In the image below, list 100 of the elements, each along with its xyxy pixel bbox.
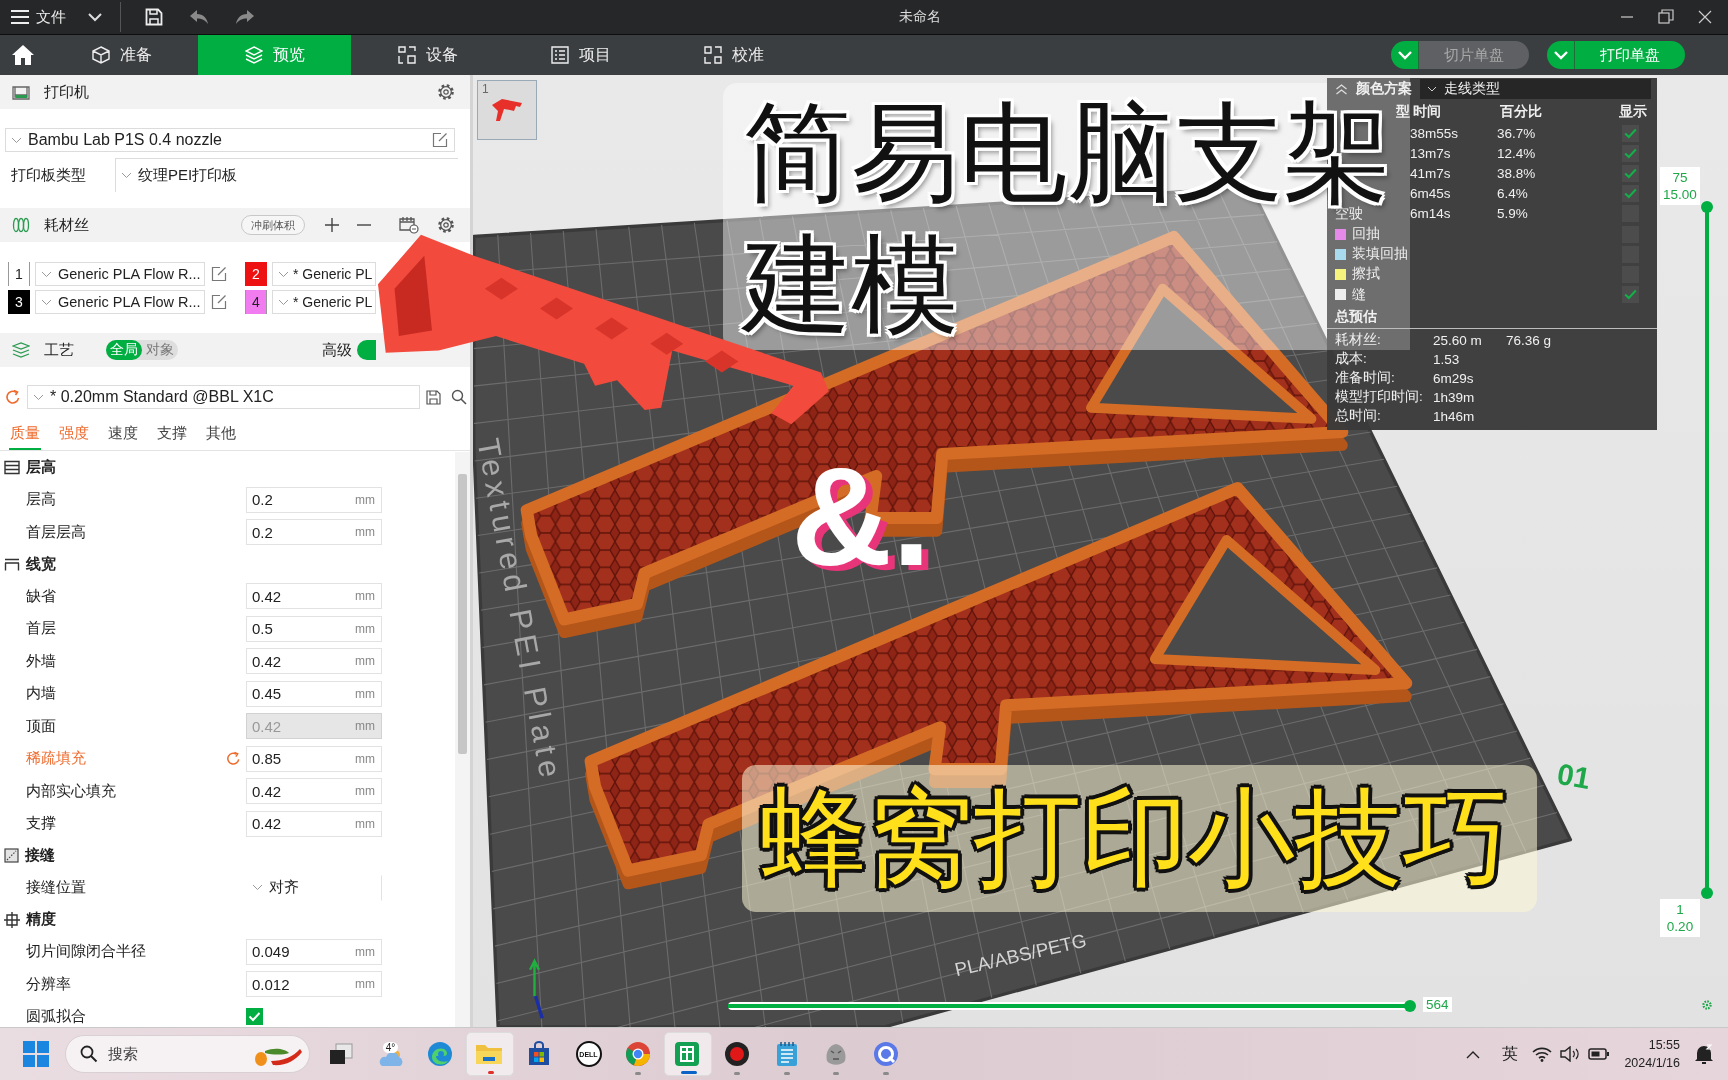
printer-select[interactable]: Bambu Lab P1S 0.4 nozzle [5, 128, 455, 152]
home-icon[interactable] [10, 44, 35, 66]
summary-heading: 总预估 [1333, 307, 1377, 326]
setting-label: 顶面 [25, 716, 57, 736]
printer-icon [12, 84, 30, 100]
number-field[interactable]: 0.42 mm [246, 583, 382, 610]
visibility-checkbox[interactable] [1621, 185, 1639, 203]
record-icon [724, 1041, 750, 1067]
ampersand-mark: &. [791, 447, 931, 587]
visibility-checkbox[interactable] [1621, 164, 1639, 182]
clock-time[interactable]: 15:55 [1648, 1036, 1680, 1054]
search-field[interactable]: 搜索 [65, 1035, 310, 1073]
dropdown-button[interactable] [1391, 41, 1419, 69]
number-field[interactable]: 0.2 mm [246, 486, 382, 513]
gear-icon[interactable] [437, 83, 455, 101]
number-field[interactable]: 0.2 mm [246, 519, 382, 546]
checkmark-icon [1623, 127, 1637, 139]
3d-viewport[interactable] [473, 75, 1728, 1027]
filament-slot-number[interactable]: 1 [8, 262, 30, 286]
number-field[interactable]: 0.42 mm [246, 810, 382, 837]
number-field[interactable]: 0.049 mm [246, 938, 382, 965]
summary-value: 25.60 m [1433, 332, 1483, 348]
settings-tab[interactable]: 其他 [205, 418, 237, 450]
input-method-indicator[interactable]: 英 [1502, 1043, 1519, 1065]
notepad-icon [775, 1041, 798, 1067]
overlay-title: 建模 [743, 231, 959, 339]
nav-tab[interactable]: 校准 [657, 35, 810, 75]
checkmark-icon [1623, 147, 1637, 159]
layer-reading: 0.20 [1666, 918, 1694, 935]
start-icon[interactable] [23, 1041, 49, 1067]
filament-slot-number[interactable]: 2 [245, 262, 267, 286]
number-field[interactable]: 0.42 mm [246, 778, 382, 805]
nav-tab[interactable]: 设备 [351, 35, 504, 75]
time-cell-text: 13m7s [1410, 145, 1452, 161]
edit-icon[interactable] [211, 294, 227, 310]
nav-tab[interactable]: 项目 [504, 35, 657, 75]
layer-reading: 1 [1676, 901, 1684, 918]
close-icon[interactable] [1698, 10, 1712, 24]
edit-icon[interactable] [211, 266, 227, 282]
summary-value: 1h46m [1433, 408, 1476, 424]
volume-icon[interactable] [1560, 1046, 1581, 1062]
visibility-checkbox[interactable] [1621, 144, 1639, 162]
filament-slot-number[interactable]: 4 [245, 290, 267, 314]
feature-name: 装填回抽 [1352, 245, 1408, 264]
number-field[interactable]: 0.45 mm [246, 680, 382, 707]
layer-reading: 75 [1672, 169, 1688, 186]
clock-date[interactable]: 2024/1/16 [1624, 1054, 1680, 1072]
layer-slider-track[interactable] [1701, 201, 1713, 899]
undo-icon[interactable] [189, 9, 209, 25]
nav-tab[interactable]: 准备 [45, 35, 198, 75]
plus-icon[interactable] [325, 218, 339, 232]
search-icon[interactable] [451, 389, 467, 405]
scope-option[interactable]: 对象 [142, 340, 178, 360]
file-menu-button[interactable]: 文件 [10, 4, 66, 30]
settings-tab[interactable]: 支撑 [156, 418, 188, 450]
chevron-up-icon[interactable] [1466, 1049, 1481, 1059]
slider-thumb[interactable] [1404, 1000, 1416, 1012]
bell-icon[interactable] [1694, 1043, 1714, 1065]
taskbar-app-button[interactable]: 4° [366, 1032, 415, 1076]
chevron-down-icon[interactable] [88, 12, 102, 22]
filament-select[interactable]: Generic PLA Flow R... [35, 290, 205, 314]
number-field[interactable]: 0.85 mm [246, 745, 382, 772]
shopping-bag-icon [527, 1041, 551, 1067]
window-title: 未命名 [898, 8, 942, 26]
scrollbar[interactable] [455, 452, 470, 1027]
settings-tab[interactable]: 速度 [107, 418, 139, 450]
plate-index: 1 [482, 82, 489, 96]
plate-type-select[interactable]: 纹理PEI打印板 [115, 158, 458, 192]
reset-icon[interactable] [226, 751, 241, 767]
filament-select[interactable]: * Generic PL [272, 290, 376, 314]
edit-icon[interactable] [432, 132, 448, 148]
number-field[interactable]: 0.012 mm [246, 971, 382, 998]
chevron-down-icon [121, 172, 132, 179]
visibility-checkbox[interactable] [1621, 286, 1639, 304]
folder-icon [475, 1042, 503, 1066]
filament-select[interactable]: * Generic PL [272, 262, 376, 286]
reset-icon[interactable] [5, 389, 21, 405]
collapse-icon[interactable] [1335, 83, 1348, 95]
wifi-icon[interactable] [1532, 1046, 1553, 1062]
number-field[interactable]: 0.42 mm [246, 648, 382, 675]
redo-icon[interactable] [235, 9, 255, 25]
setting-label: 缺省 [25, 586, 57, 606]
slider-thumb[interactable] [1701, 887, 1713, 899]
filament-list-icon[interactable] [399, 216, 419, 234]
gear-icon[interactable] [437, 216, 455, 234]
color-scheme-select[interactable]: 走线类型 [1420, 79, 1651, 99]
checkbox[interactable] [246, 1008, 263, 1026]
visibility-checkbox[interactable] [1621, 124, 1639, 142]
filament-select[interactable]: Generic PLA Flow R... [35, 262, 205, 286]
plate-thumbnail[interactable]: 1 [477, 80, 537, 140]
advanced-switch[interactable] [357, 340, 376, 360]
restore-icon[interactable] [1658, 9, 1674, 25]
dropdown-button[interactable] [1547, 41, 1575, 69]
battery-icon[interactable] [1588, 1047, 1611, 1061]
search-icon [80, 1045, 98, 1063]
filament-slot-number[interactable]: 3 [8, 290, 30, 314]
number-field[interactable]: 0.5 mm [246, 615, 382, 642]
flush-volume-button[interactable]: 冲刷体积 [241, 215, 305, 235]
slider-thumb[interactable] [1701, 201, 1713, 213]
process-preset-select[interactable]: * 0.20mm Standard @BBL X1C [27, 385, 420, 409]
